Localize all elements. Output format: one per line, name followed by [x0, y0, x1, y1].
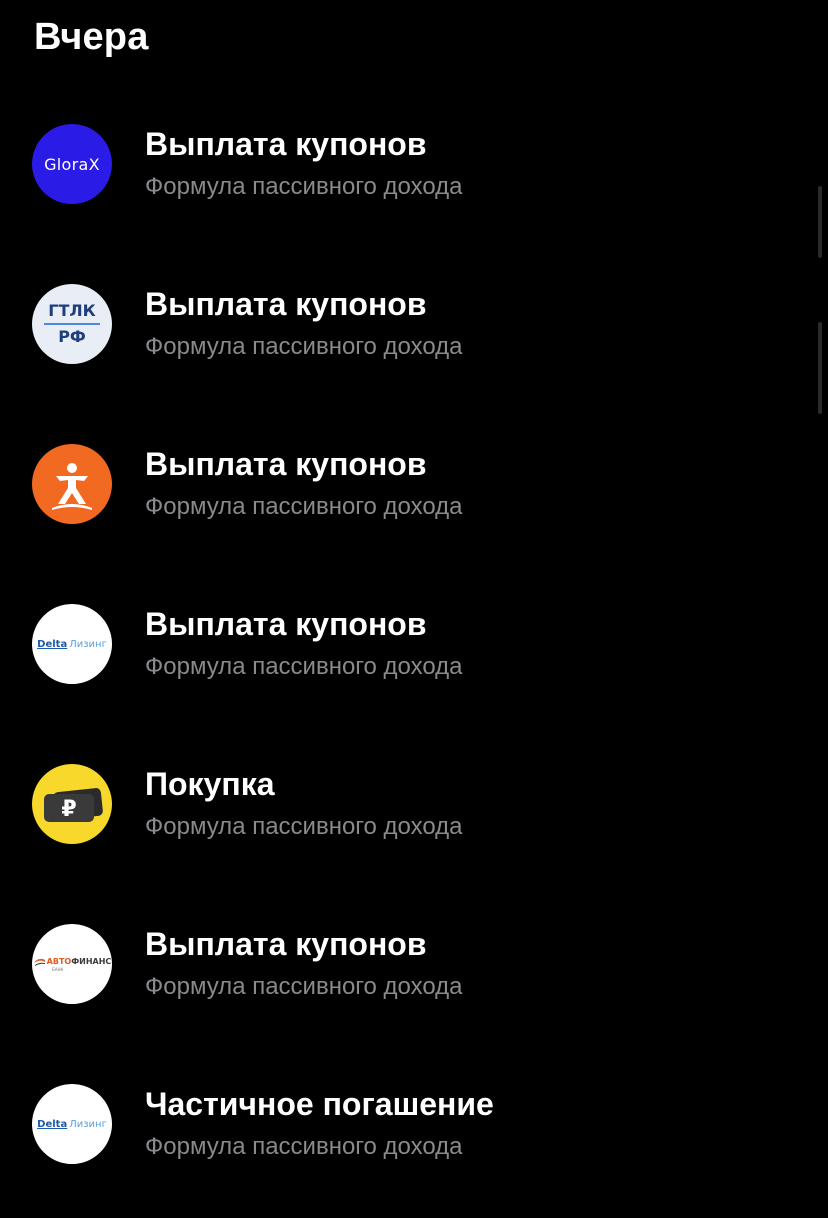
logo-brand: Delta — [37, 1118, 68, 1130]
operation-subtitle: Формула пассивного дохода — [145, 173, 463, 200]
operation-title: Покупка — [145, 766, 275, 802]
figure-icon — [52, 463, 92, 510]
list-item[interactable]: Delta Лизинг Выплата купонов Формула пас… — [0, 578, 828, 738]
ruble-card-logo-icon: ₽ — [32, 764, 112, 844]
delta-leasing-logo-icon: Delta Лизинг — [32, 1084, 112, 1164]
logo-brand: Delta — [37, 638, 68, 650]
logo-text-line1: ГТЛК — [48, 301, 96, 320]
glorax-logo-icon: GloraX — [32, 124, 112, 204]
logo-text: GloraX — [44, 154, 100, 174]
operation-title: Выплата купонов — [145, 926, 427, 962]
car-swoosh-icon — [33, 958, 45, 966]
ruble-card-icon: ₽ — [44, 788, 103, 822]
logo-text-line2: РФ — [58, 327, 86, 346]
operation-subtitle: Формула пассивного дохода — [145, 973, 463, 1000]
ruble-symbol: ₽ — [61, 797, 76, 822]
logo-word: Лизинг — [69, 638, 107, 650]
operation-subtitle: Формула пассивного дохода — [145, 1133, 463, 1160]
orange-figure-logo-icon — [32, 444, 112, 524]
delta-leasing-logo-icon: Delta Лизинг — [32, 604, 112, 684]
operation-subtitle: Формула пассивного дохода — [145, 493, 463, 520]
operations-list: GloraX Выплата купонов Формула пассивног… — [0, 98, 828, 1218]
logo-divider — [44, 323, 100, 325]
gtlk-logo-icon: ГТЛК РФ — [32, 284, 112, 364]
logo-word: Лизинг — [69, 1118, 107, 1130]
logo-wordmark: АВТО ФИНАНС — [33, 957, 112, 967]
operation-title: Выплата купонов — [145, 286, 427, 322]
operation-subtitle: Формула пассивного дохода — [145, 333, 463, 360]
operation-subtitle: Формула пассивного дохода — [145, 813, 463, 840]
operation-title: Выплата купонов — [145, 126, 427, 162]
list-item[interactable]: ГТЛК РФ Выплата купонов Формула пассивно… — [0, 258, 828, 418]
logo-part-avto: АВТО — [46, 957, 72, 966]
operation-title: Частичное погашение — [145, 1086, 494, 1122]
list-item[interactable]: Delta Лизинг Частичное погашение Формула… — [0, 1058, 828, 1218]
avtofinance-bank-logo-icon: АВТО ФИНАНС БАНК — [32, 924, 112, 1004]
logo-part-finans: ФИНАНС — [71, 957, 112, 966]
list-item[interactable]: Выплата купонов Формула пассивного доход… — [0, 418, 828, 578]
list-item[interactable]: АВТО ФИНАНС БАНК Выплата купонов Формула… — [0, 898, 828, 1058]
operation-subtitle: Формула пассивного дохода — [145, 653, 463, 680]
operation-title: Выплата купонов — [145, 446, 427, 482]
scrollbar-track-segment[interactable] — [818, 322, 822, 414]
operation-title: Выплата купонов — [145, 606, 427, 642]
list-item[interactable]: ₽ Покупка Формула пассивного дохода — [0, 738, 828, 898]
logo-part-bank: БАНК — [52, 966, 64, 972]
section-title-yesterday: Вчера — [34, 16, 149, 58]
list-item[interactable]: GloraX Выплата купонов Формула пассивног… — [0, 98, 828, 258]
scrollbar-thumb[interactable] — [818, 186, 822, 258]
